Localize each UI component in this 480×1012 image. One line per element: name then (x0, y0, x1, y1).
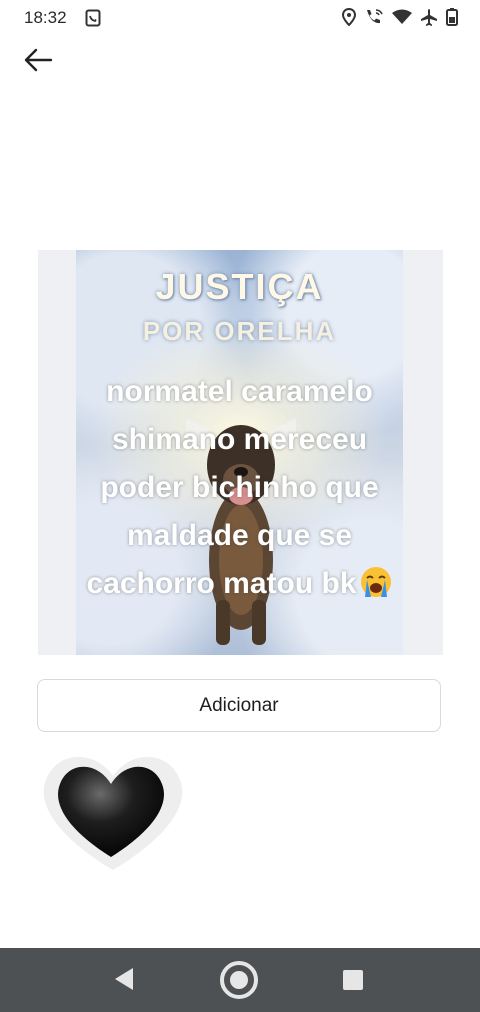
arrow-left-icon (24, 48, 53, 72)
caption-line-last: cachorro matou bk (86, 560, 392, 614)
add-button[interactable]: Adicionar (37, 679, 441, 732)
battery-icon (446, 8, 458, 26)
status-icons (342, 8, 458, 26)
caption-line: shimano mereceu (111, 423, 368, 456)
status-bar: 18:32 (0, 0, 480, 36)
back-button[interactable] (18, 42, 58, 78)
caption-line: normatel caramelo (106, 375, 373, 408)
sticker-title: JUSTIÇA (155, 266, 324, 307)
location-icon (342, 8, 356, 26)
nav-recents-icon[interactable] (342, 969, 364, 996)
nav-home-icon[interactable] (218, 959, 260, 1006)
nav-back-icon[interactable] (112, 966, 136, 997)
sticker-subtitle: POR ORELHA (142, 316, 337, 346)
loudly-crying-face-icon (359, 565, 393, 614)
navigation-bar (0, 948, 480, 1012)
wifi-icon (392, 9, 412, 25)
sticker-caption: normatel caramelo shimano mereceu poder … (76, 368, 403, 614)
caption-line: poder bichinho que (100, 471, 379, 504)
black-heart-icon[interactable] (38, 742, 188, 887)
sticker-image: JUSTIÇA POR ORELHA normatel caramelo shi… (76, 250, 403, 655)
caption-line: maldade que se (126, 519, 353, 552)
clipboard-phone-icon (85, 9, 101, 32)
caption-line: cachorro matou bk (86, 567, 357, 600)
wifi-calling-icon (364, 8, 384, 26)
status-time: 18:32 (24, 8, 67, 27)
sticker-card[interactable]: JUSTIÇA POR ORELHA normatel caramelo shi… (38, 250, 443, 655)
airplane-icon (420, 8, 438, 26)
